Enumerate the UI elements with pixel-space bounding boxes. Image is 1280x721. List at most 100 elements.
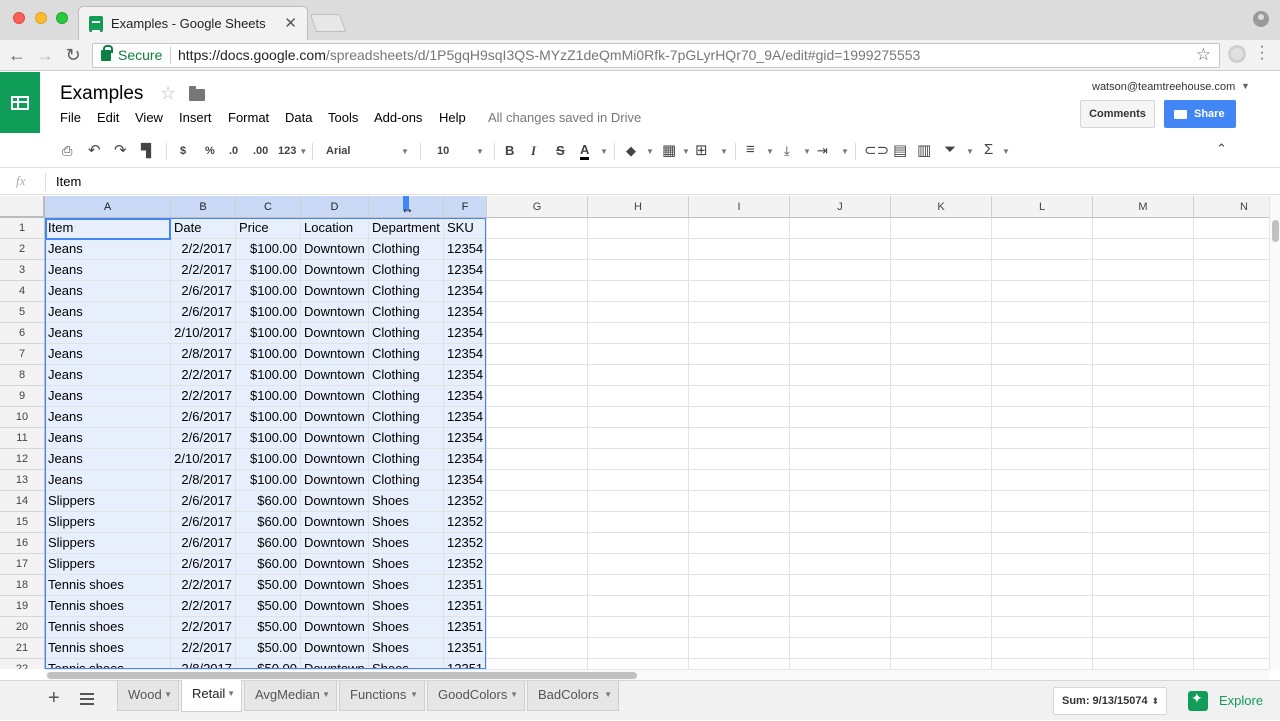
table-cell[interactable]: 2/8/2017 xyxy=(171,659,236,669)
table-cell[interactable]: 12354 xyxy=(444,386,487,407)
row-header[interactable]: 10 xyxy=(0,407,45,428)
italic-button[interactable]: I xyxy=(531,143,536,159)
table-cell[interactable]: Downtown xyxy=(301,491,369,512)
table-cell[interactable] xyxy=(588,512,689,533)
table-cell[interactable] xyxy=(1093,428,1194,449)
column-header-d[interactable]: D xyxy=(301,196,369,218)
table-cell[interactable] xyxy=(689,281,790,302)
tab-close-icon[interactable]: ✕ xyxy=(284,14,297,32)
table-cell[interactable]: Downtown xyxy=(301,617,369,638)
font-size-caret-icon[interactable]: ▼ xyxy=(476,147,484,156)
menu-addons[interactable]: Add-ons xyxy=(374,110,422,125)
sheet-tab-caret-icon[interactable]: ▼ xyxy=(164,681,172,709)
font-family-select[interactable]: Arial xyxy=(326,145,350,157)
table-cell[interactable]: $100.00 xyxy=(236,365,301,386)
table-cell[interactable] xyxy=(1093,260,1194,281)
table-cell[interactable]: 12351 xyxy=(444,596,487,617)
table-cell[interactable] xyxy=(891,302,992,323)
table-cell[interactable] xyxy=(1093,302,1194,323)
table-cell[interactable]: 2/2/2017 xyxy=(171,365,236,386)
table-cell[interactable] xyxy=(588,533,689,554)
header-cell[interactable]: Item xyxy=(45,218,171,239)
table-cell[interactable] xyxy=(487,491,588,512)
table-cell[interactable] xyxy=(588,596,689,617)
functions-icon[interactable]: Σ xyxy=(984,141,993,158)
table-cell[interactable] xyxy=(1194,491,1270,512)
table-cell[interactable] xyxy=(790,218,891,239)
table-cell[interactable]: Tennis shoes xyxy=(45,596,171,617)
table-cell[interactable]: $50.00 xyxy=(236,638,301,659)
menu-tools[interactable]: Tools xyxy=(328,110,358,125)
formula-input[interactable]: Item xyxy=(56,174,81,189)
table-cell[interactable]: Jeans xyxy=(45,470,171,491)
font-caret-icon[interactable]: ▼ xyxy=(401,147,409,156)
align-left-icon[interactable]: ≡ xyxy=(746,141,755,158)
bold-button[interactable]: B xyxy=(505,143,514,158)
table-cell[interactable]: Shoes xyxy=(369,533,444,554)
table-cell[interactable]: Jeans xyxy=(45,428,171,449)
table-cell[interactable] xyxy=(588,659,689,669)
row-header[interactable]: 4 xyxy=(0,281,45,302)
filter-caret-icon[interactable]: ▼ xyxy=(966,147,974,156)
table-cell[interactable]: $60.00 xyxy=(236,554,301,575)
table-cell[interactable] xyxy=(1194,449,1270,470)
table-cell[interactable]: Downtown xyxy=(301,302,369,323)
table-cell[interactable] xyxy=(588,323,689,344)
table-cell[interactable] xyxy=(790,533,891,554)
table-cell[interactable] xyxy=(891,428,992,449)
table-cell[interactable] xyxy=(790,491,891,512)
back-arrow-icon[interactable]: ← xyxy=(6,45,28,66)
table-cell[interactable]: Clothing xyxy=(369,470,444,491)
collapse-menu-icon[interactable]: ⌃ xyxy=(1216,141,1227,157)
table-cell[interactable] xyxy=(1093,239,1194,260)
strikethrough-button[interactable]: S xyxy=(556,143,565,158)
table-cell[interactable] xyxy=(689,554,790,575)
table-cell[interactable] xyxy=(790,281,891,302)
table-cell[interactable] xyxy=(992,365,1093,386)
row-header[interactable]: 13 xyxy=(0,470,45,491)
table-cell[interactable] xyxy=(1194,302,1270,323)
table-cell[interactable]: 2/6/2017 xyxy=(171,302,236,323)
menu-file[interactable]: File xyxy=(60,110,81,125)
table-cell[interactable] xyxy=(992,344,1093,365)
table-cell[interactable] xyxy=(1093,659,1194,669)
column-header-n[interactable]: N xyxy=(1194,196,1270,218)
table-cell[interactable] xyxy=(487,575,588,596)
undo-icon[interactable]: ↶ xyxy=(88,141,101,159)
text-color-button[interactable]: A xyxy=(580,143,590,160)
table-cell[interactable]: Clothing xyxy=(369,428,444,449)
table-cell[interactable] xyxy=(992,386,1093,407)
extension-icon[interactable] xyxy=(1228,45,1246,63)
table-cell[interactable]: Shoes xyxy=(369,512,444,533)
menu-help[interactable]: Help xyxy=(439,110,466,125)
table-cell[interactable]: Shoes xyxy=(369,659,444,669)
column-header-f[interactable]: F xyxy=(444,196,487,218)
table-cell[interactable]: Slippers xyxy=(45,554,171,575)
table-cell[interactable]: 12354 xyxy=(444,281,487,302)
table-cell[interactable]: Slippers xyxy=(45,533,171,554)
table-cell[interactable]: Clothing xyxy=(369,302,444,323)
text-wrap-caret-icon[interactable]: ▼ xyxy=(841,147,849,156)
select-all-corner[interactable] xyxy=(0,196,45,218)
table-cell[interactable] xyxy=(588,617,689,638)
table-cell[interactable] xyxy=(588,428,689,449)
table-cell[interactable] xyxy=(588,491,689,512)
table-cell[interactable]: Tennis shoes xyxy=(45,638,171,659)
sum-summary[interactable]: Sum: 9/13/15074 ⬍ xyxy=(1053,687,1167,715)
table-cell[interactable] xyxy=(689,638,790,659)
table-cell[interactable]: Clothing xyxy=(369,449,444,470)
table-cell[interactable] xyxy=(487,386,588,407)
sheet-tab-caret-icon[interactable]: ▼ xyxy=(227,680,235,708)
table-cell[interactable]: Jeans xyxy=(45,365,171,386)
row-header[interactable]: 21 xyxy=(0,638,45,659)
table-cell[interactable]: 2/2/2017 xyxy=(171,617,236,638)
row-header[interactable]: 3 xyxy=(0,260,45,281)
table-cell[interactable] xyxy=(1093,344,1194,365)
table-cell[interactable]: 2/10/2017 xyxy=(171,449,236,470)
borders-caret-icon[interactable]: ▼ xyxy=(682,147,690,156)
table-cell[interactable] xyxy=(487,512,588,533)
table-cell[interactable] xyxy=(689,617,790,638)
vertical-align-caret-icon[interactable]: ▼ xyxy=(803,147,811,156)
table-cell[interactable]: $100.00 xyxy=(236,323,301,344)
document-title[interactable]: Examples xyxy=(60,83,143,105)
